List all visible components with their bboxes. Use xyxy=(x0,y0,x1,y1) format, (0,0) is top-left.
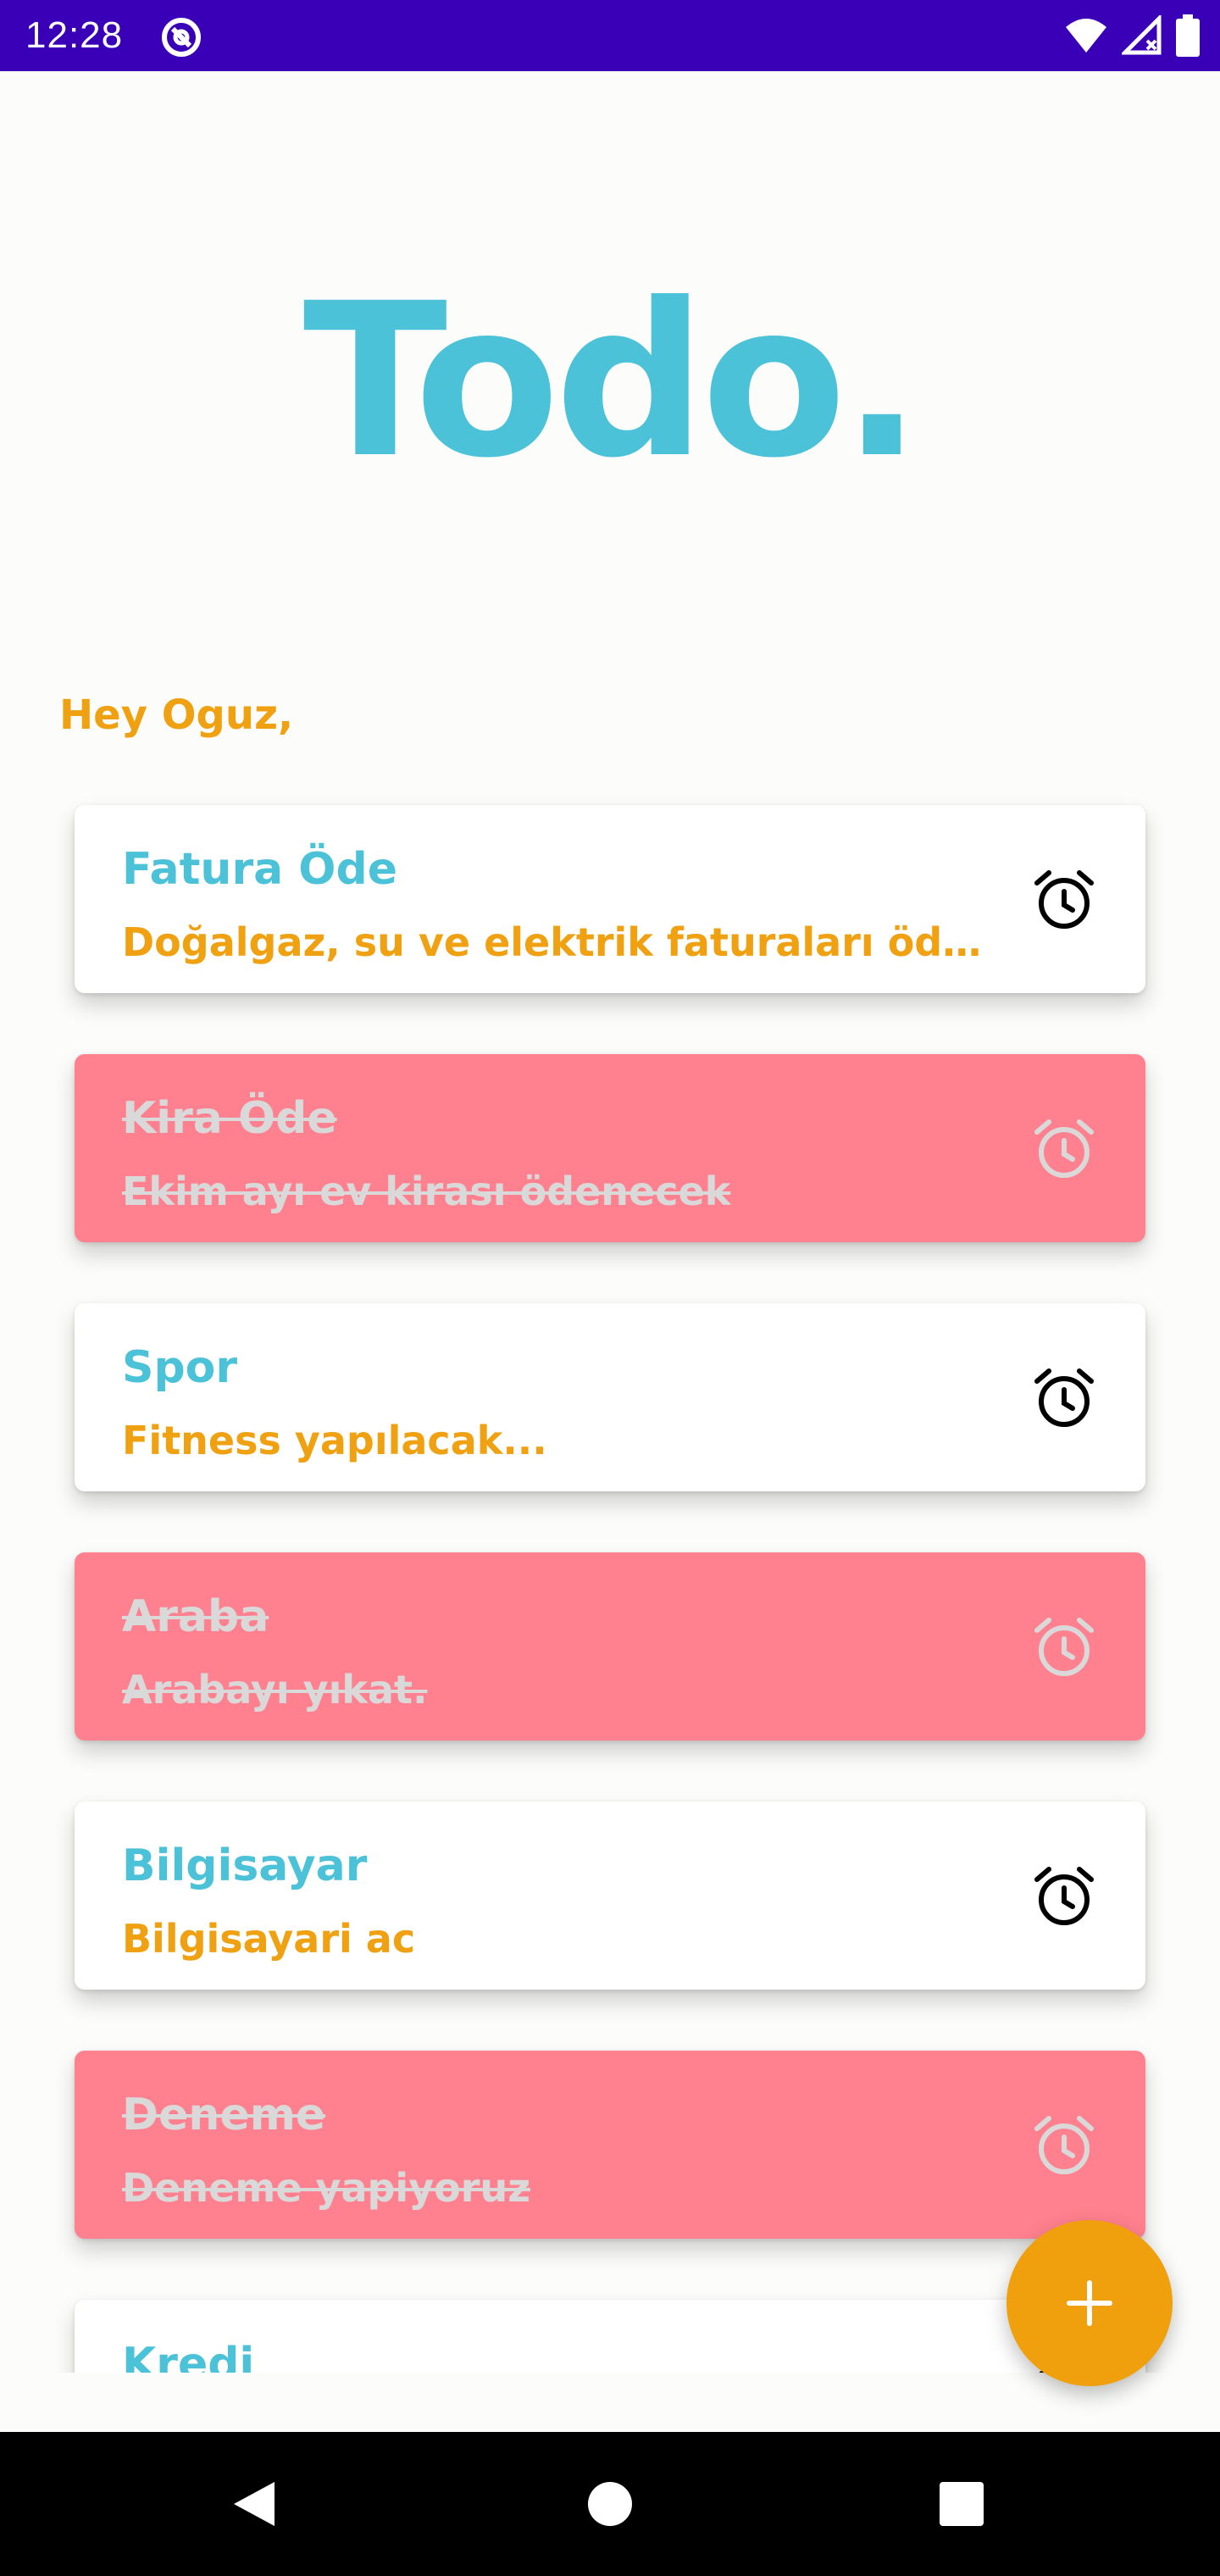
task-card[interactable]: Araba Arabayı yıkat. xyxy=(75,1552,1145,1740)
task-description: Deneme yapiyoruz xyxy=(122,2165,530,2211)
recents-icon xyxy=(940,2482,984,2526)
task-description: Bilgisayari ac xyxy=(122,1916,416,1962)
task-title: Kira Öde xyxy=(122,1093,337,1144)
add-task-button[interactable] xyxy=(1006,2220,1173,2386)
task-title: Deneme xyxy=(122,2090,326,2140)
task-card[interactable]: Bilgisayar Bilgisayari ac xyxy=(75,1802,1145,1990)
task-card[interactable]: Kredi xyxy=(75,2300,1145,2373)
alarm-icon[interactable] xyxy=(1030,1115,1098,1183)
navigation-bar xyxy=(0,2432,1220,2576)
task-title: Bilgisayar xyxy=(122,1840,368,1891)
back-icon xyxy=(234,2482,274,2526)
task-card[interactable]: Fatura Öde Doğalgaz, su ve elektrik fatu… xyxy=(75,805,1145,993)
task-description: Doğalgaz, su ve elektrik faturaları öden… xyxy=(122,919,1003,965)
task-title: Kredi xyxy=(122,2339,255,2373)
home-button[interactable] xyxy=(572,2466,648,2542)
task-description: Ekim ayı ev kirası ödenecek xyxy=(122,1169,731,1214)
task-card[interactable]: Spor Fitness yapılacak... xyxy=(75,1303,1145,1491)
task-list: Fatura Öde Doğalgaz, su ve elektrik fatu… xyxy=(0,0,1220,2373)
task-description: Fitness yapılacak... xyxy=(122,1418,547,1463)
recents-button[interactable] xyxy=(923,2466,1000,2542)
home-icon xyxy=(588,2482,632,2526)
screen: 12:28 Todo. Hey Oguz, Fatura Öde Doğalga… xyxy=(0,0,1220,2576)
alarm-icon[interactable] xyxy=(1030,1364,1098,1432)
back-button[interactable] xyxy=(216,2466,292,2542)
alarm-icon[interactable] xyxy=(1030,1863,1098,1930)
task-card[interactable]: Deneme Deneme yapiyoruz xyxy=(75,2051,1145,2239)
plus-icon xyxy=(1067,2280,1112,2326)
alarm-icon[interactable] xyxy=(1030,1613,1098,1681)
task-card[interactable]: Kira Öde Ekim ayı ev kirası ödenecek xyxy=(75,1054,1145,1242)
task-description: Arabayı yıkat. xyxy=(122,1667,428,1713)
alarm-icon[interactable] xyxy=(1030,866,1098,934)
alarm-icon[interactable] xyxy=(1030,2112,1098,2179)
bottom-spacer xyxy=(0,2373,1220,2432)
task-title: Fatura Öde xyxy=(122,844,397,895)
task-title: Araba xyxy=(122,1591,269,1642)
task-title: Spor xyxy=(122,1342,238,1393)
